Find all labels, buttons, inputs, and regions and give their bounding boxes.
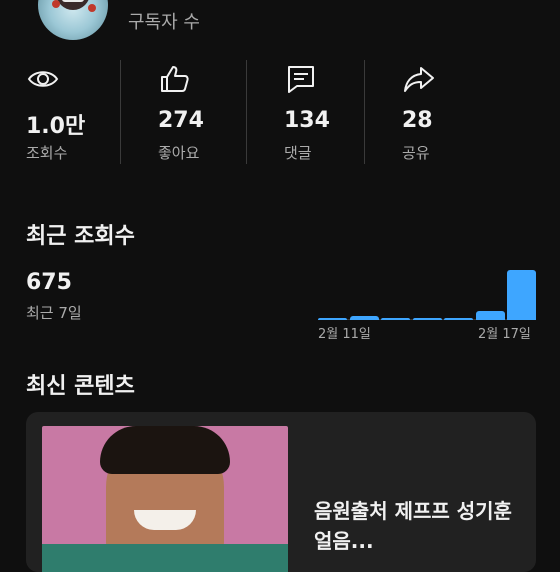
stat-views[interactable]: 1.0만 조회수	[26, 56, 146, 166]
divider	[364, 60, 365, 164]
recent-views-count: 675	[26, 270, 72, 295]
chart-bar	[444, 318, 473, 320]
recent-views-period: 최근 7일	[26, 304, 82, 322]
stat-comments[interactable]: 134 댓글	[284, 56, 404, 166]
likes-label: 좋아요	[158, 144, 200, 162]
chart-tick-label: 2월 11일	[318, 327, 371, 342]
stats-row: 1.0만 조회수 274 좋아요 134 댓글 28 공유	[0, 56, 560, 166]
thumbnail-shirt	[42, 544, 288, 572]
chart-tick-label: 2월 17일	[478, 327, 531, 342]
latest-content-title: 최신 콘텐츠	[26, 374, 135, 399]
chart-bar	[349, 316, 379, 320]
stat-shares[interactable]: 28 공유	[402, 56, 522, 166]
divider	[120, 60, 121, 164]
divider	[246, 60, 247, 164]
avatar-decoration	[88, 4, 96, 12]
shares-value: 28	[402, 108, 433, 133]
likes-value: 274	[158, 108, 204, 133]
share-icon	[404, 67, 434, 92]
avatar-face	[56, 0, 90, 10]
chart-bar	[381, 318, 410, 320]
shares-label: 공유	[402, 144, 430, 162]
eye-icon	[27, 71, 59, 87]
chart-bar	[507, 270, 536, 320]
thumbnail-hair	[100, 426, 230, 474]
chart-bar	[412, 318, 442, 320]
comments-label: 댓글	[284, 144, 312, 162]
thumbs-up-icon	[161, 66, 189, 92]
chart-bar	[475, 311, 505, 320]
comments-value: 134	[284, 108, 330, 133]
video-thumbnail[interactable]	[42, 426, 288, 572]
views-value: 1.0만	[26, 114, 86, 139]
comment-icon	[288, 66, 314, 93]
channel-avatar[interactable]	[38, 0, 108, 40]
stat-likes[interactable]: 274 좋아요	[158, 56, 278, 166]
recent-views-title: 최근 조회수	[26, 224, 135, 249]
avatar-decoration	[52, 0, 60, 8]
subscribers-label: 구독자 수	[128, 12, 200, 33]
chart-bar	[318, 318, 347, 320]
views-label: 조회수	[26, 144, 68, 162]
latest-video-card[interactable]: 음원출처 제프프 성기훈 얼음...	[26, 412, 536, 572]
video-title[interactable]: 음원출처 제프프 성기훈 얼음...	[314, 496, 524, 556]
recent-views-chart[interactable]: 2월 11일 2월 17일	[318, 258, 538, 342]
